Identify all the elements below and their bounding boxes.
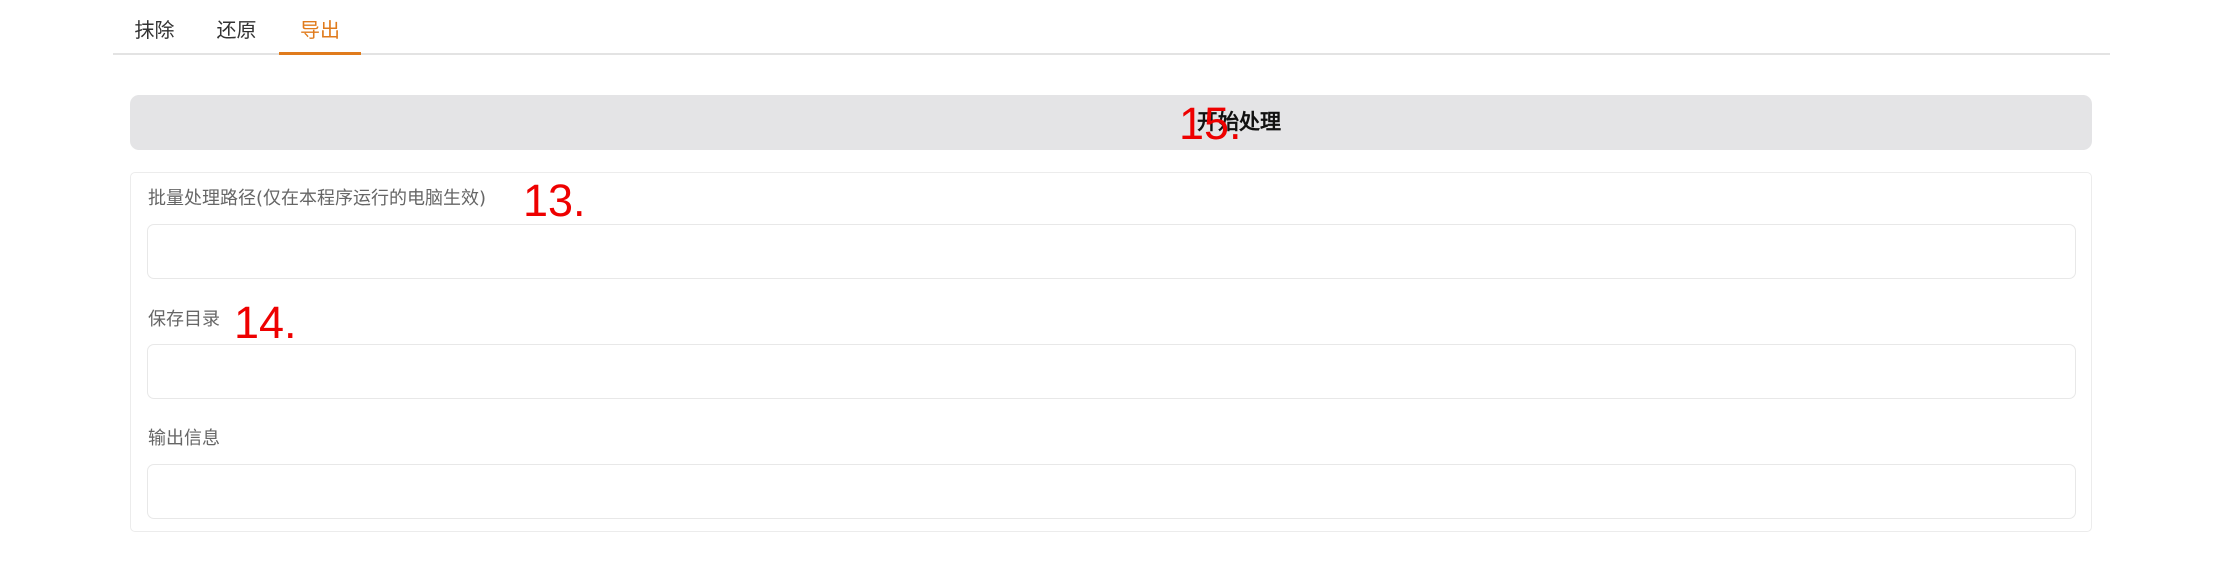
save-dir-label: 保存目录 [148,309,220,330]
output-info-field[interactable] [147,464,2076,519]
active-tab-indicator [279,52,361,55]
start-processing-button[interactable]: 开始处理 [130,95,2092,150]
tab-export[interactable]: 导出 [279,0,361,55]
tab-bar: 抹除 还原 导出 [113,0,2110,55]
tab-restore-label: 还原 [216,18,257,42]
annotation-14: 14. [234,297,297,348]
save-dir-input[interactable] [147,344,2076,399]
tab-erase[interactable]: 抹除 [113,0,196,53]
tab-export-label: 导出 [300,18,340,42]
tab-restore[interactable]: 还原 [196,0,277,53]
annotation-13: 13. [523,175,586,226]
batch-path-input[interactable] [147,224,2076,279]
tab-erase-label: 抹除 [134,18,175,42]
batch-path-label: 批量处理路径(仅在本程序运行的电脑生效) [148,188,487,209]
output-info-label: 输出信息 [148,428,220,449]
annotation-15: 15. [1179,98,1242,149]
